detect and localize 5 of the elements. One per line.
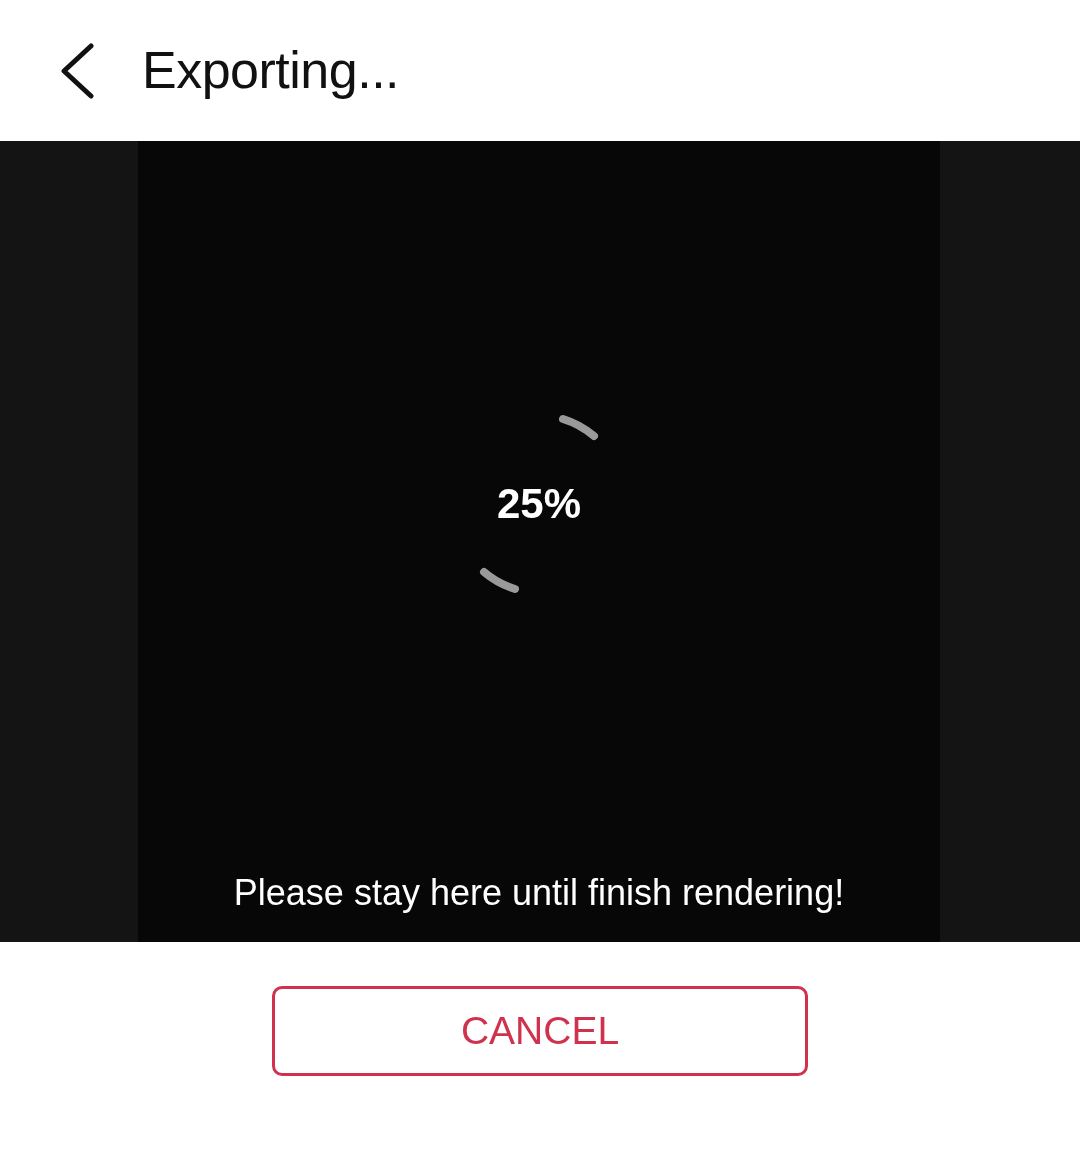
back-icon bbox=[58, 42, 96, 99]
progress-percentage: 25% bbox=[496, 479, 582, 529]
screen-title: Exporting... bbox=[142, 40, 400, 102]
status-message: Please stay here until finish rendering! bbox=[233, 871, 845, 915]
cancel-button[interactable]: CANCEL bbox=[272, 986, 808, 1076]
